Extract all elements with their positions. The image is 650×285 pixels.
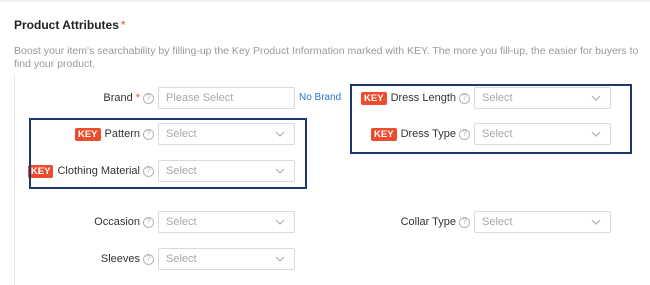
collar-type-row: Collar Type ? bbox=[340, 211, 470, 233]
section-title-text: Product Attributes bbox=[14, 18, 119, 32]
brand-placeholder: Please Select bbox=[166, 92, 234, 104]
required-asterisk: * bbox=[120, 18, 126, 32]
sleeves-label: Sleeves ? bbox=[101, 253, 154, 265]
help-icon[interactable]: ? bbox=[143, 253, 154, 265]
chevron-down-icon bbox=[275, 256, 285, 262]
chevron-down-icon bbox=[275, 219, 285, 225]
brand-row: Brand * ? bbox=[14, 87, 154, 109]
occasion-label-text: Occasion bbox=[94, 216, 140, 228]
sleeves-label-text: Sleeves bbox=[100, 253, 140, 265]
help-icon[interactable]: ? bbox=[143, 216, 154, 228]
collar-type-select[interactable]: Select bbox=[474, 211, 611, 233]
occasion-value: Select bbox=[166, 216, 197, 228]
occasion-row: Occasion ? bbox=[14, 211, 154, 233]
no-brand-link[interactable]: No Brand bbox=[299, 92, 341, 103]
sleeves-value: Select bbox=[166, 253, 197, 265]
occasion-select[interactable]: Select bbox=[158, 211, 295, 233]
brand-label: Brand * ? bbox=[103, 92, 154, 104]
highlight-box-key-pattern-material bbox=[29, 118, 307, 189]
sleeves-row: Sleeves ? bbox=[14, 248, 154, 270]
brand-select[interactable]: Please Select bbox=[158, 87, 295, 109]
occasion-label: Occasion ? bbox=[94, 216, 154, 228]
collar-type-label-text: Collar Type bbox=[400, 216, 456, 228]
section-description: Boost your item's searchability by filli… bbox=[14, 45, 639, 70]
highlight-box-key-dress bbox=[350, 84, 632, 154]
collar-type-value: Select bbox=[482, 216, 513, 228]
sleeves-select[interactable]: Select bbox=[158, 248, 295, 270]
section-title: Product Attributes * bbox=[14, 18, 126, 32]
help-icon[interactable]: ? bbox=[459, 216, 470, 228]
help-icon[interactable]: ? bbox=[143, 92, 154, 104]
collar-type-label: Collar Type ? bbox=[401, 216, 470, 228]
chevron-down-icon bbox=[591, 219, 601, 225]
brand-label-text: Brand bbox=[103, 92, 133, 104]
brand-required-asterisk: * bbox=[135, 92, 140, 104]
top-divider bbox=[0, 0, 650, 2]
